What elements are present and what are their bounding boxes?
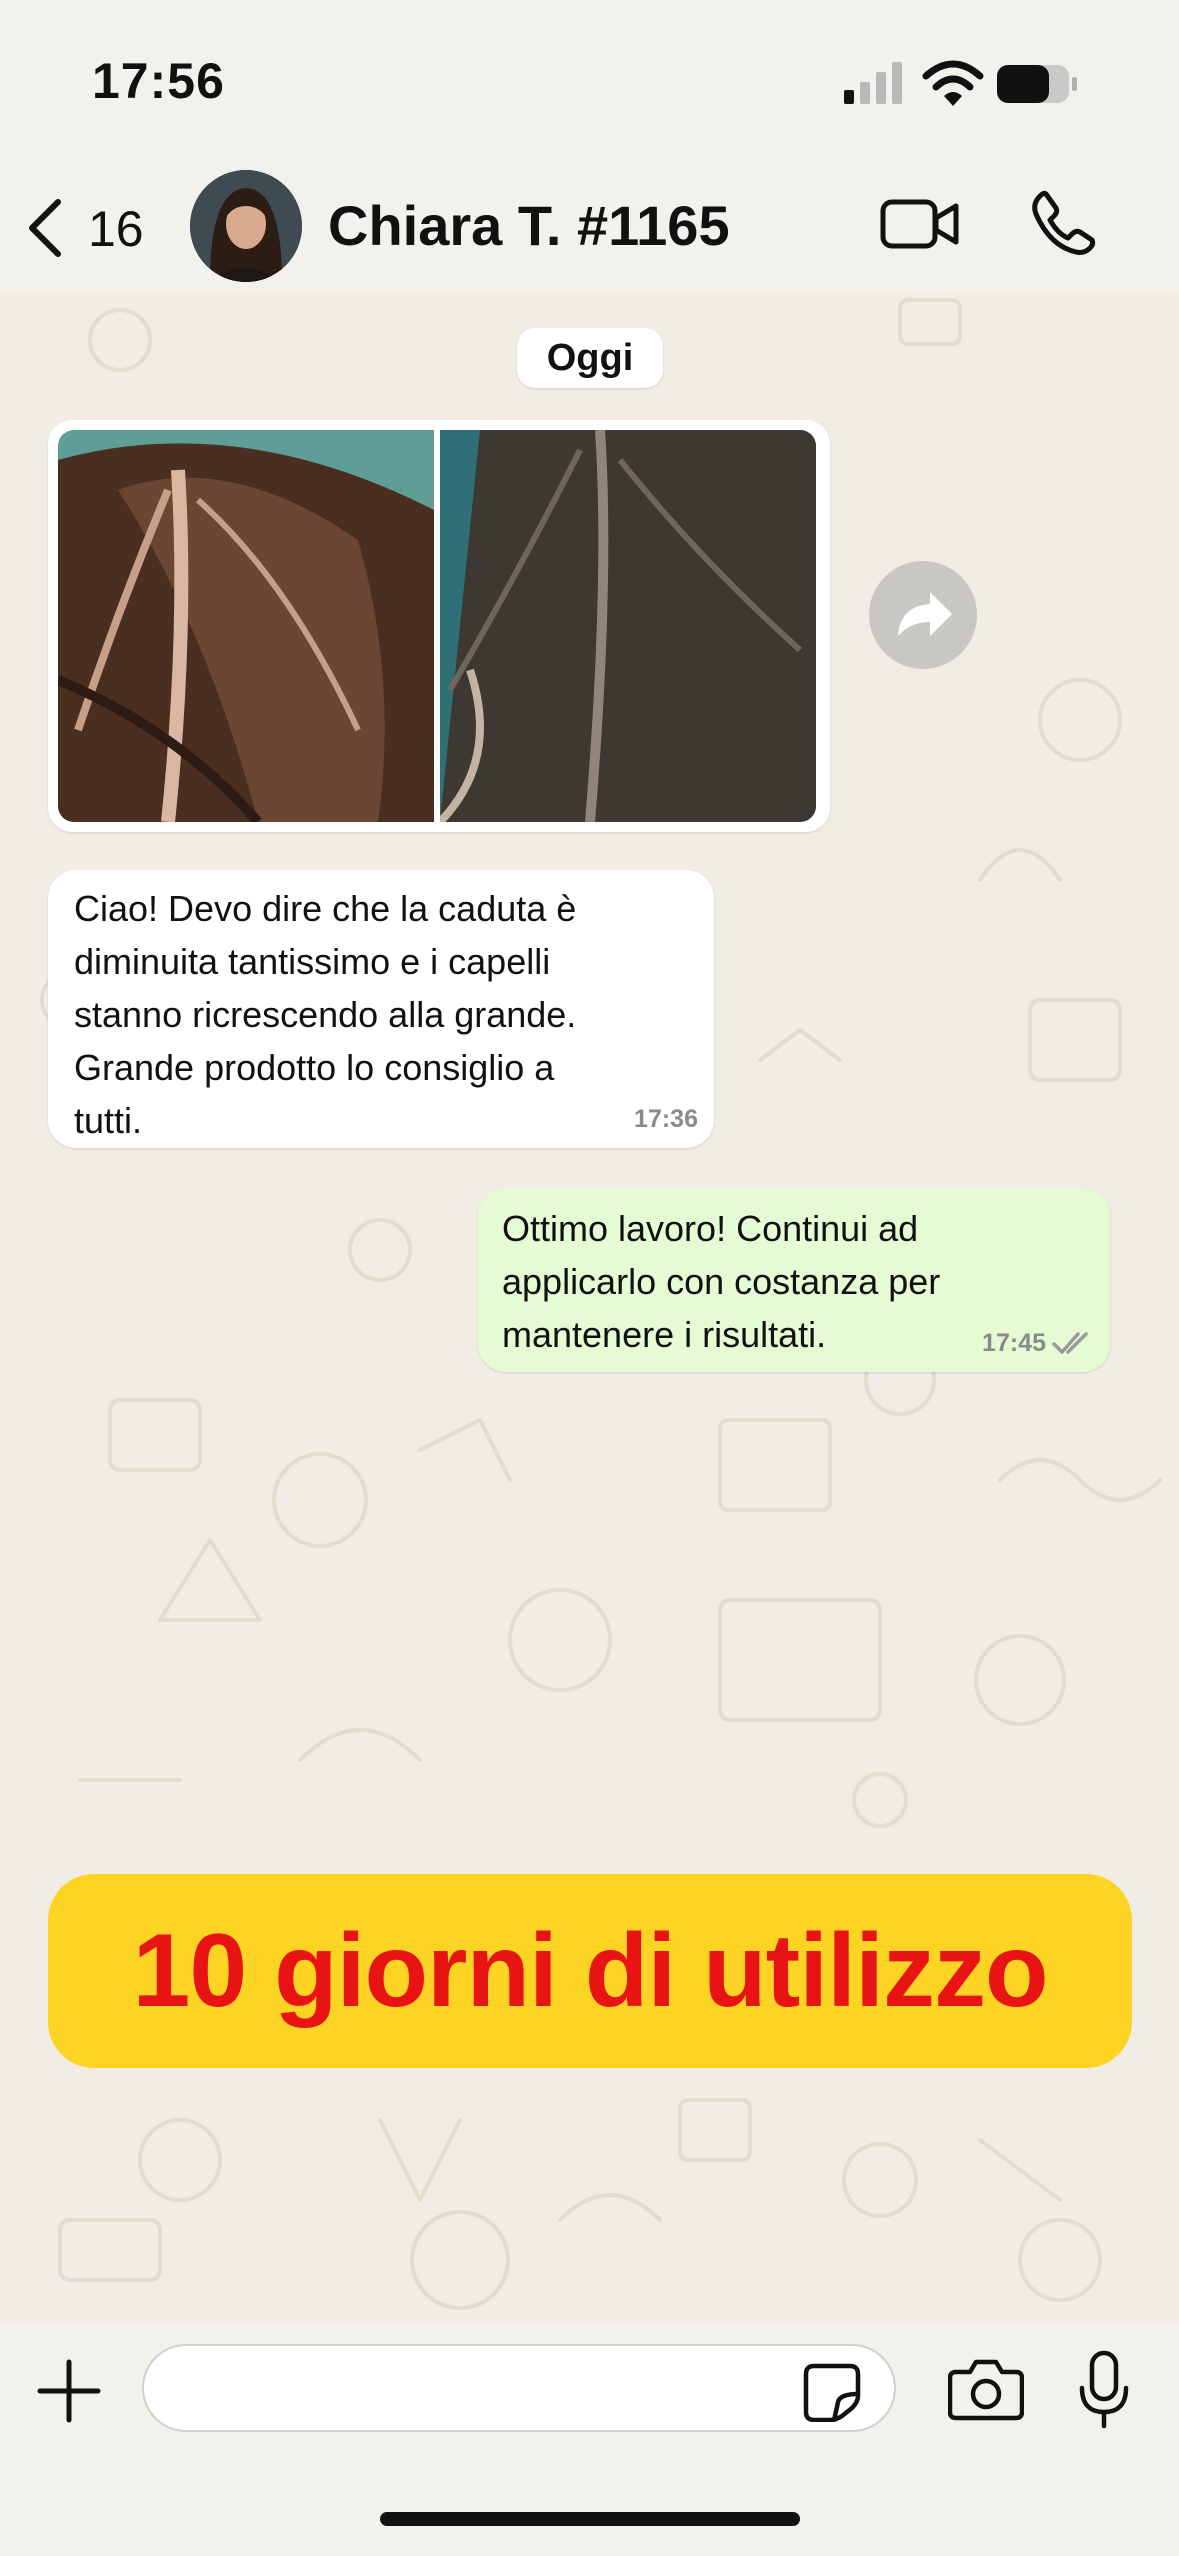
forward-icon[interactable] [868, 560, 978, 670]
message-line: applicarlo con costanza per [502, 1261, 941, 1302]
chat-header: 16 Chiara T. #1165 [0, 160, 1179, 292]
after-photo[interactable] [440, 430, 816, 822]
before-photo[interactable] [58, 430, 434, 822]
message-line: tutti. [74, 1100, 143, 1141]
incoming-message[interactable]: Ciao! Devo dire che la caduta è diminuit… [48, 870, 714, 1148]
video-call-icon[interactable] [880, 196, 960, 252]
message-line: Grande prodotto lo consiglio a [74, 1047, 555, 1088]
message-input[interactable] [142, 2344, 896, 2432]
message-line: diminuita tantissimo e i capelli [74, 941, 551, 982]
message-line: stanno ricrescendo alla grande. [74, 994, 577, 1035]
microphone-icon[interactable] [1078, 2350, 1130, 2430]
sticker-icon[interactable] [802, 2362, 862, 2422]
unread-count[interactable]: 16 [88, 200, 144, 258]
battery-icon [997, 65, 1077, 103]
read-ticks-icon [1052, 1332, 1088, 1354]
message-timestamp: 17:45 [982, 1329, 1046, 1357]
phone-call-icon[interactable] [1030, 190, 1096, 256]
wifi-icon [922, 60, 984, 106]
image-message[interactable] [48, 420, 830, 832]
signal-icon [844, 62, 902, 104]
message-timestamp: 17:36 [634, 1105, 698, 1133]
outgoing-message[interactable]: Ottimo lavoro! Continui ad applicarlo co… [478, 1188, 1110, 1372]
camera-icon[interactable] [948, 2358, 1024, 2422]
status-bar: 17:56 [0, 0, 1179, 160]
back-chevron-icon[interactable] [22, 196, 66, 260]
message-text: Ciao! Devo dire che la caduta è diminuit… [74, 882, 688, 1147]
banner-text: 10 giorni di utilizzo [132, 1913, 1049, 2029]
avatar[interactable] [190, 170, 302, 282]
promo-banner: 10 giorni di utilizzo [48, 1874, 1132, 2068]
home-indicator[interactable] [380, 2512, 800, 2526]
contact-name[interactable]: Chiara T. #1165 [328, 193, 730, 258]
plus-icon[interactable] [36, 2358, 102, 2424]
message-line: Ottimo lavoro! Continui ad [502, 1208, 919, 1249]
status-time: 17:56 [92, 53, 225, 109]
message-line: Ciao! Devo dire che la caduta è [74, 888, 577, 929]
date-separator: Oggi [517, 328, 663, 388]
